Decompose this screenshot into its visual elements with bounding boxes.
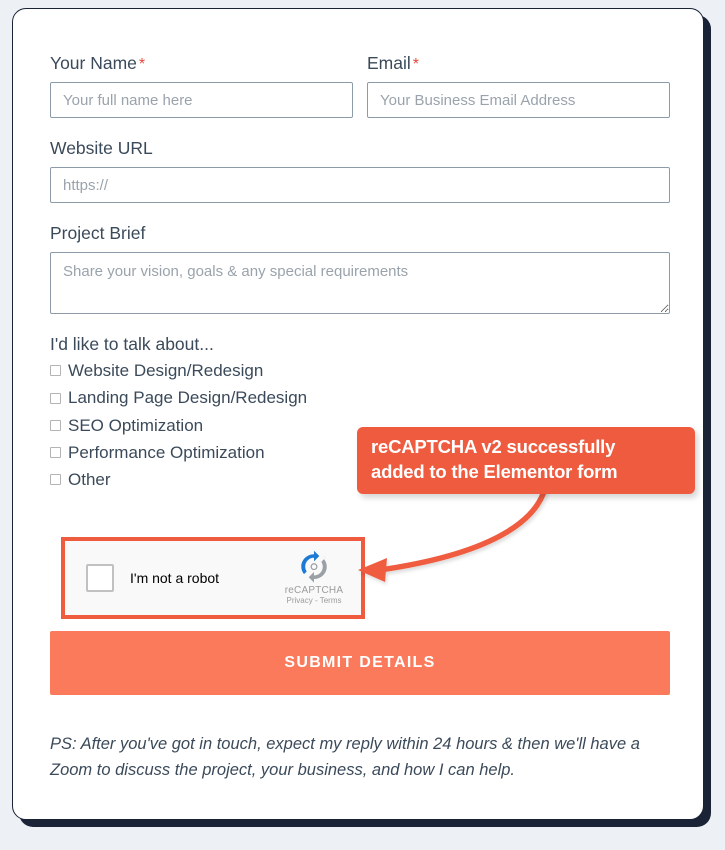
- checkbox-label: Other: [68, 470, 111, 490]
- checkbox-icon[interactable]: [50, 392, 61, 404]
- annotation-callout: reCAPTCHA v2 successfully added to the E…: [357, 427, 695, 495]
- field-project-brief: Project Brief: [50, 223, 670, 315]
- required-asterisk: *: [138, 56, 146, 73]
- field-email: Email *: [367, 53, 670, 119]
- recaptcha-legal-links[interactable]: Privacy - Terms: [278, 596, 350, 606]
- website-url-input[interactable]: [50, 167, 670, 204]
- checkbox-icon[interactable]: [50, 447, 61, 459]
- recaptcha-widget[interactable]: I'm not a robot reCAPTCHA Privacy - Term…: [65, 541, 361, 615]
- checkbox-group-title: I'd like to talk about...: [50, 334, 214, 355]
- label-email: Email *: [367, 53, 419, 73]
- recaptcha-branding: reCAPTCHA Privacy - Terms: [278, 550, 350, 606]
- checkbox-row-website-design[interactable]: Website Design/Redesign: [50, 360, 670, 381]
- checkbox-icon[interactable]: [50, 474, 61, 486]
- checkbox-label: Website Design/Redesign: [68, 361, 264, 381]
- checkbox-icon[interactable]: [50, 419, 61, 431]
- recaptcha-brand-name: reCAPTCHA: [284, 585, 344, 597]
- ps-note-text: PS: After you've got in touch, expect my…: [50, 735, 640, 780]
- name-email-row: Your Name* Email*: [50, 53, 670, 119]
- field-your-name: Your Name *: [50, 53, 353, 119]
- annotation-line-1: reCAPTCHA v2 successfully: [371, 436, 616, 457]
- project-brief-textarea[interactable]: [50, 252, 670, 315]
- checkbox-label: Performance Optimization: [68, 442, 265, 462]
- recaptcha-checkbox-label: I'm not a robot: [130, 570, 220, 586]
- label-project-brief: Project Brief: [50, 223, 146, 244]
- checkbox-row-landing-page-design[interactable]: Landing Page Design/Redesign: [50, 387, 670, 408]
- your-name-input[interactable]: [50, 82, 353, 119]
- field-website-url: Website URL: [50, 138, 670, 204]
- email-input[interactable]: [367, 82, 670, 119]
- recaptcha-highlight-box: I'm not a robot reCAPTCHA Privacy - Term…: [61, 537, 365, 619]
- recaptcha-logo-icon: [301, 550, 327, 583]
- checkbox-icon[interactable]: [50, 365, 61, 377]
- checkbox-label: SEO Optimization: [68, 415, 204, 435]
- annotation-line-2: added to the Elementor form: [371, 460, 618, 482]
- required-asterisk: *: [412, 56, 419, 73]
- recaptcha-checkbox[interactable]: [86, 564, 114, 592]
- submit-details-button[interactable]: SUBMIT DETAILS: [50, 631, 670, 695]
- label-your-name: Your Name *: [50, 53, 146, 73]
- contact-form-card: Your Name* Email* Website URL Project Br…: [12, 8, 704, 820]
- label-website-url: Website URL: [50, 138, 153, 159]
- checkbox-label: Landing Page Design/Redesign: [68, 388, 308, 408]
